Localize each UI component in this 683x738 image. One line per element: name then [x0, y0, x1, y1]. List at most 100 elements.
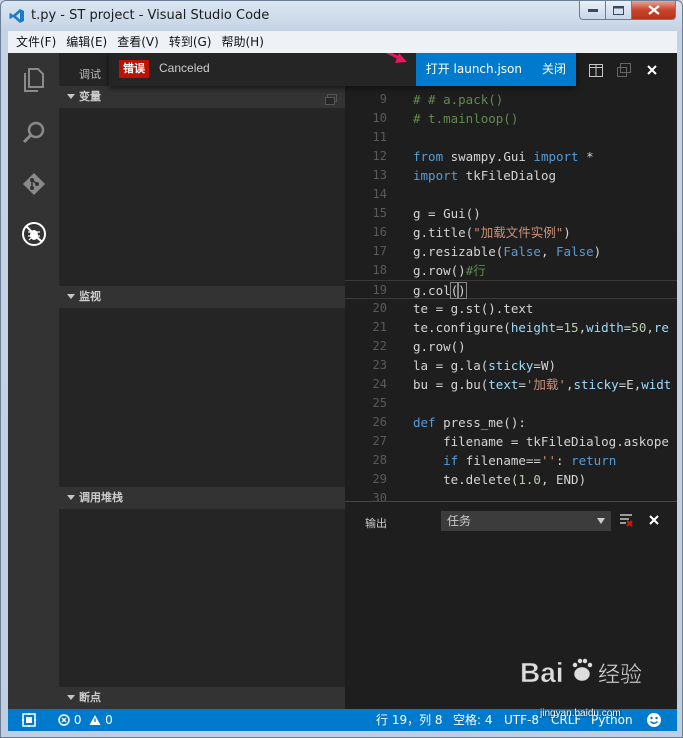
close-editor-icon[interactable]: [644, 62, 660, 78]
section-watch[interactable]: 监视: [59, 286, 345, 308]
menu-help[interactable]: 帮助(H): [216, 31, 268, 53]
code-line: 25: [345, 394, 677, 413]
code-line: 17 g.resizable(False, False): [345, 242, 677, 261]
chevron-down-icon: [67, 695, 75, 700]
chevron-down-icon: [67, 495, 75, 500]
error-badge: 错误: [119, 60, 149, 78]
code-text: g.row(): [413, 339, 466, 354]
open-launch-json-button[interactable]: 打开 launch.json: [416, 53, 532, 86]
line-number: 20: [372, 301, 387, 315]
warning-icon: [89, 715, 101, 725]
section-breakpoints[interactable]: 断点: [59, 687, 345, 709]
code-text: te.configure(height=15,width=50,re: [413, 320, 669, 335]
feedback-smiley-icon[interactable]: [646, 712, 662, 731]
code-text: g = Gui(): [413, 206, 481, 221]
menu-edit[interactable]: 编辑(E): [61, 31, 112, 53]
error-count: 0: [73, 713, 82, 727]
explorer-icon[interactable]: [21, 67, 47, 93]
line-number: 17: [372, 244, 387, 258]
code-line: 16 g.title("加载文件实例"): [345, 223, 677, 242]
code-line: 12 from swampy.Gui import *: [345, 147, 677, 166]
close-panel-icon[interactable]: [647, 513, 661, 527]
debug-sidebar: 调试 变量 监视 调用堆栈 断点: [59, 53, 345, 709]
encoding-status[interactable]: UTF-8: [504, 709, 539, 731]
code-text: from swampy.Gui import *: [413, 149, 594, 164]
window-title: t.py - ST project - Visual Studio Code: [31, 8, 270, 23]
close-notification-button[interactable]: 关闭: [532, 53, 576, 86]
line-number: 22: [372, 339, 387, 353]
line-number: 25: [372, 396, 387, 410]
code-text: import tkFileDialog: [413, 168, 556, 183]
section-watch-label: 监视: [79, 290, 101, 303]
activity-bar: [8, 53, 59, 709]
warning-count: 0: [105, 713, 113, 727]
menu-bar: 文件(F) 编辑(E) 查看(V) 转到(G) 帮助(H): [8, 31, 677, 53]
line-number: 14: [372, 187, 387, 201]
code-line: 29 te.delete(1.0, END): [345, 470, 677, 489]
search-icon[interactable]: [21, 119, 47, 145]
code-text: def press_me():: [413, 415, 526, 430]
section-call-stack[interactable]: 调用堆栈: [59, 487, 345, 509]
code-editor[interactable]: 9 # # a.pack() 10 # t.mainloop() 11 12 from…: [345, 86, 677, 501]
code-line-current: 19 g.col(): [345, 280, 677, 299]
code-line: 26 def press_me():: [345, 413, 677, 432]
cursor-position[interactable]: 行 19，列 8: [376, 709, 443, 731]
code-line: 14: [345, 185, 677, 204]
collapse-all-icon[interactable]: [325, 91, 337, 105]
code-text: g.resizable(False, False): [413, 244, 602, 259]
sidebar-title: 调试: [79, 68, 101, 81]
code-text: la = g.la(sticky=W): [413, 358, 556, 373]
line-number: 11: [372, 130, 387, 144]
debug-status-icon[interactable]: [22, 713, 36, 730]
line-number: 21: [372, 320, 387, 334]
watermark-url: jingyan.baidu.com: [540, 708, 621, 719]
vscode-logo-icon: [9, 8, 25, 24]
indentation-status[interactable]: 空格: 4: [453, 709, 493, 731]
code-line: 30: [345, 489, 677, 501]
clear-output-icon[interactable]: [619, 513, 633, 527]
error-icon: [58, 714, 70, 726]
code-line: 22 g.row(): [345, 337, 677, 356]
output-channel-value: 任务: [447, 514, 472, 528]
workbench: 调试 变量 监视 调用堆栈 断点 9 # # a.pack() 10 # t.m…: [8, 53, 677, 731]
notification-message: Canceled: [159, 61, 210, 75]
line-number: 30: [372, 491, 387, 501]
problems-indicator[interactable]: 0 0: [58, 709, 113, 731]
line-number: 28: [372, 453, 387, 467]
minimize-button[interactable]: [579, 1, 606, 20]
code-text: filename = tkFileDialog.askope: [413, 434, 669, 449]
maximize-button[interactable]: [606, 1, 632, 20]
error-notification: 错误 Canceled 打开 launch.json 关闭: [109, 53, 576, 86]
menu-file[interactable]: 文件(F): [11, 31, 61, 53]
code-text: bu = g.bu(text='加载',sticky=E,widt: [413, 377, 672, 392]
code-line: 11: [345, 128, 677, 147]
line-number: 19: [372, 283, 387, 297]
git-icon[interactable]: [21, 171, 47, 197]
chevron-down-icon: [67, 94, 75, 99]
editor-toolbar: [588, 62, 660, 78]
code-line: 23 la = g.la(sticky=W): [345, 356, 677, 375]
section-breakpoints-label: 断点: [79, 691, 101, 704]
baidu-jingyan-watermark-icon: Bai 经验: [520, 657, 642, 689]
code-text: g.title("加载文件实例"): [413, 225, 571, 240]
line-number: 16: [372, 225, 387, 239]
code-line: 27 filename = tkFileDialog.askope: [345, 432, 677, 451]
menu-view[interactable]: 查看(V): [112, 31, 164, 53]
code-line: 20 te = g.st().text: [345, 299, 677, 318]
section-variables-label: 变量: [79, 90, 101, 103]
code-text: if filename=='': return: [443, 453, 617, 468]
panel-title: 输出: [365, 517, 387, 530]
code-line: 13 import tkFileDialog: [345, 166, 677, 185]
code-text: g.col(): [413, 282, 467, 299]
title-bar[interactable]: t.py - ST project - Visual Studio Code: [1, 1, 682, 31]
menu-goto[interactable]: 转到(G): [164, 31, 217, 53]
open-changes-icon[interactable]: [616, 62, 632, 78]
code-line: 24 bu = g.bu(text='加载',sticky=E,widt: [345, 375, 677, 394]
section-variables[interactable]: 变量: [59, 86, 345, 108]
close-window-button[interactable]: [632, 1, 676, 20]
line-number: 12: [372, 149, 387, 163]
debug-icon[interactable]: [21, 221, 47, 247]
line-number: 15: [372, 206, 387, 220]
output-channel-select[interactable]: 任务: [441, 511, 611, 531]
split-editor-icon[interactable]: [588, 62, 604, 78]
